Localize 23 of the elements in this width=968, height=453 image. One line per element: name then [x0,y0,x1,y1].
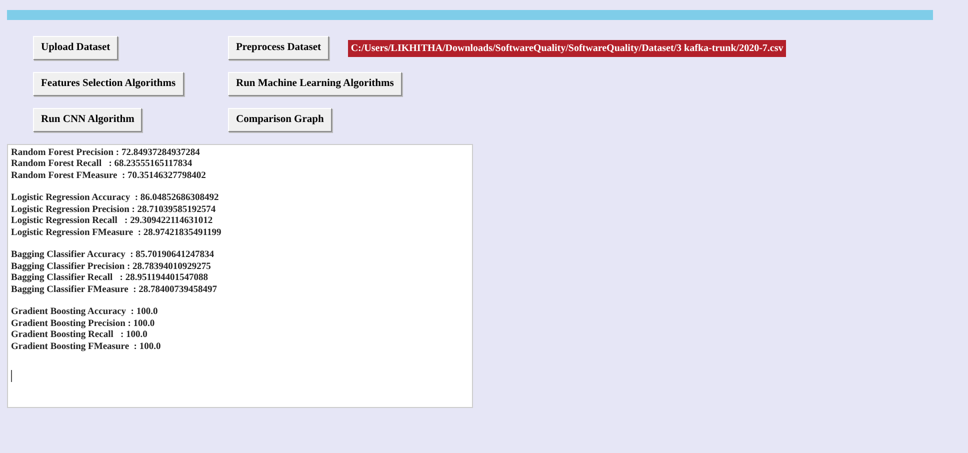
output-line: Gradient Boosting Recall : 100.0 [11,330,148,342]
text-cursor [11,370,12,382]
output-line: Gradient Boosting Accuracy : 100.0 [11,307,159,319]
output-line: Random Forest FMeasure : 70.35146327798402 [11,170,207,182]
output-line: Logistic Regression FMeasure : 28.97421835491199 [11,228,222,240]
action-button[interactable]: Upload Dataset [33,36,118,60]
output-line: Random Forest Precision : 72.84937284937284 [11,148,201,159]
output-line: Random Forest Recall : 68.23555165117834 [11,159,194,171]
action-button[interactable]: Preprocess Dataset [228,36,330,60]
file-path-label: C:/Users/LIKHITHA/Downloads/SoftwareQuality/SoftwareQuality/Dataset/3 kafka-trunk/2020-7.csv [348,40,786,57]
action-button[interactable]: Run CNN Algorithm [33,108,142,132]
output-line: Bagging Classifier Recall : 28.951194401547088 [11,273,209,285]
output-line: Bagging Classifier Precision : 28.78394010929275 [11,262,212,273]
output-line: Bagging Classifier FMeasure : 28.78400739458497 [11,284,218,296]
action-button[interactable]: Features Selection Algorithms [33,72,184,96]
output-line: Logistic Regression Precision : 28.71039585192574 [11,204,217,216]
action-button[interactable]: Run Machine Learning Algorithms [228,72,402,96]
output-line: Gradient Boosting FMeasure : 100.0 [11,342,162,354]
output-line: Gradient Boosting Precision : 100.0 [11,318,156,330]
output-line: Bagging Classifier Accuracy : 85.70190641247834 [11,250,216,262]
output-line: Logistic Regression Accuracy : 86.04852686308492 [11,193,220,205]
action-button[interactable]: Comparison Graph [228,108,332,132]
output-line: Logistic Regression Recall : 29.309422114631012 [11,216,214,228]
